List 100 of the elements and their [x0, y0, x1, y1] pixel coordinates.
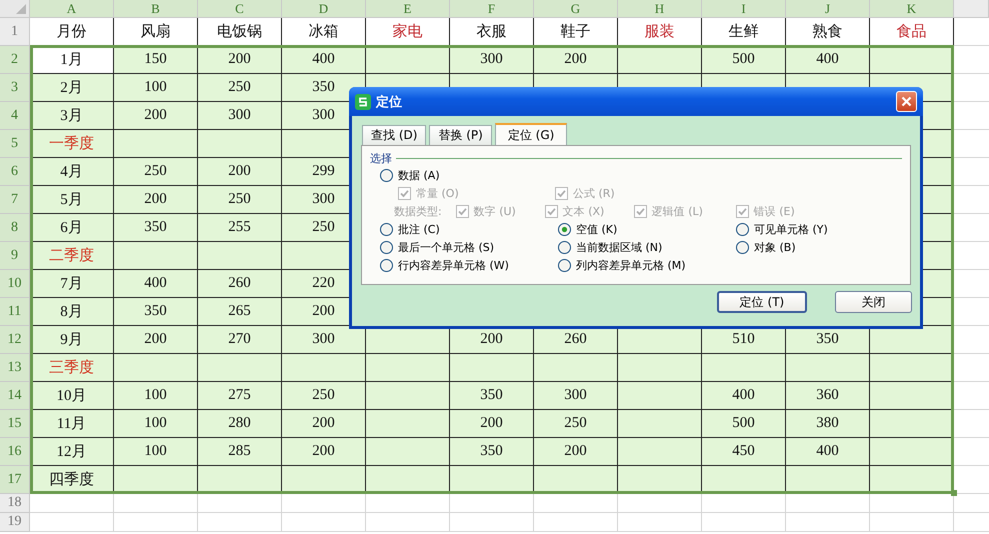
- close-button[interactable]: [896, 91, 917, 112]
- fill-handle[interactable]: [951, 490, 957, 496]
- column-header[interactable]: B: [114, 0, 198, 18]
- radio-button[interactable]: [380, 240, 393, 254]
- column-header[interactable]: H: [618, 0, 702, 18]
- row-header[interactable]: 8: [0, 214, 30, 242]
- row-header[interactable]: 1: [0, 18, 30, 46]
- table-cell: 100: [114, 438, 198, 466]
- table-cell: 250: [198, 186, 282, 214]
- column-header[interactable]: A: [30, 0, 114, 18]
- table-cell: 500: [702, 410, 786, 438]
- column-header[interactable]: I: [702, 0, 786, 18]
- radio-button[interactable]: [558, 222, 571, 236]
- checkbox-label: 常量 (O): [416, 186, 459, 200]
- radio-label: 数据 (A): [398, 168, 440, 182]
- radio-label: 空值 (K): [576, 222, 618, 236]
- table-cell: 270: [198, 326, 282, 354]
- table-cell: 三季度: [30, 354, 114, 382]
- table-cell: 255: [198, 214, 282, 242]
- table-cell: 100: [114, 74, 198, 102]
- radio-button[interactable]: [736, 222, 749, 236]
- table-cell: 6月: [30, 214, 114, 242]
- column-header[interactable]: C: [198, 0, 282, 18]
- row-header[interactable]: 18: [0, 494, 30, 513]
- row-header[interactable]: 5: [0, 130, 30, 158]
- row-header[interactable]: 17: [0, 466, 30, 494]
- table-cell: 4月: [30, 158, 114, 186]
- table-cell: 11月: [30, 410, 114, 438]
- column-header[interactable]: E: [366, 0, 450, 18]
- tab[interactable]: 定位 (G): [494, 123, 568, 145]
- table-cell: 200: [114, 186, 198, 214]
- table-cell: 250: [534, 410, 618, 438]
- table-cell: 10月: [30, 382, 114, 410]
- row-header[interactable]: 15: [0, 410, 30, 438]
- column-header[interactable]: G: [534, 0, 618, 18]
- table-cell: 200: [114, 102, 198, 130]
- table-cell: 二季度: [30, 242, 114, 270]
- checkbox-label: 文本 (X): [562, 204, 604, 218]
- table-cell: 200: [198, 46, 282, 74]
- tab[interactable]: 替换 (P): [429, 125, 492, 145]
- table-cell: 200: [282, 438, 366, 466]
- radio-button[interactable]: [558, 240, 571, 254]
- radio-label: 最后一个单元格 (S): [398, 240, 494, 254]
- radio-button[interactable]: [558, 258, 571, 272]
- table-cell: 450: [702, 438, 786, 466]
- table-cell: 300: [450, 46, 534, 74]
- table-cell: 12月: [30, 438, 114, 466]
- table-cell: 250: [198, 74, 282, 102]
- table-cell: 350: [114, 214, 198, 242]
- column-header[interactable]: F: [450, 0, 534, 18]
- row-header[interactable]: 3: [0, 74, 30, 102]
- radio-button[interactable]: [380, 258, 393, 272]
- table-cell: 285: [198, 438, 282, 466]
- row-header[interactable]: 10: [0, 270, 30, 298]
- radio-label: 列内容差异单元格 (M): [576, 258, 686, 272]
- row-header[interactable]: 11: [0, 298, 30, 326]
- table-cell: 200: [534, 46, 618, 74]
- row-header[interactable]: 13: [0, 354, 30, 382]
- table-cell: 350: [450, 438, 534, 466]
- table-cell: 400: [282, 46, 366, 74]
- table-cell: 一季度: [30, 130, 114, 158]
- radio-button[interactable]: [736, 240, 749, 254]
- table-cell: 3月: [30, 102, 114, 130]
- table-cell: 300: [282, 326, 366, 354]
- row-header[interactable]: 14: [0, 382, 30, 410]
- row-header[interactable]: 4: [0, 102, 30, 130]
- table-cell: 400: [786, 438, 870, 466]
- checkbox-label: 公式 (R): [573, 186, 615, 200]
- data-type-label: 数据类型:: [394, 204, 442, 218]
- table-cell: 275: [198, 382, 282, 410]
- row-header[interactable]: 16: [0, 438, 30, 466]
- table-cell: 380: [786, 410, 870, 438]
- table-cell: 200: [114, 326, 198, 354]
- window-title: 定位: [376, 94, 402, 110]
- table-cell: 7月: [30, 270, 114, 298]
- dialog-button[interactable]: 定位 (T): [717, 291, 807, 313]
- row-header[interactable]: 19: [0, 513, 30, 532]
- table-cell: 400: [702, 382, 786, 410]
- radio-button[interactable]: [380, 168, 393, 182]
- table-cell: 5月: [30, 186, 114, 214]
- radio-label: 批注 (C): [398, 222, 440, 236]
- tab[interactable]: 查找 (D): [362, 125, 426, 145]
- row-header[interactable]: 7: [0, 186, 30, 214]
- table-cell: 350: [450, 382, 534, 410]
- column-header[interactable]: J: [786, 0, 870, 18]
- row-header[interactable]: 12: [0, 326, 30, 354]
- table-cell: 9月: [30, 326, 114, 354]
- row-header[interactable]: 2: [0, 46, 30, 74]
- row-header[interactable]: 9: [0, 242, 30, 270]
- column-header[interactable]: K: [870, 0, 954, 18]
- row-header[interactable]: 6: [0, 158, 30, 186]
- dialog-button[interactable]: 关闭: [835, 291, 912, 313]
- table-cell: 280: [198, 410, 282, 438]
- table-cell: 250: [282, 382, 366, 410]
- table-cell: 300: [198, 102, 282, 130]
- radio-label: 可见单元格 (Y): [754, 222, 828, 236]
- table-cell: 200: [282, 410, 366, 438]
- app-logo-icon: [355, 94, 371, 110]
- column-header[interactable]: D: [282, 0, 366, 18]
- radio-button[interactable]: [380, 222, 393, 236]
